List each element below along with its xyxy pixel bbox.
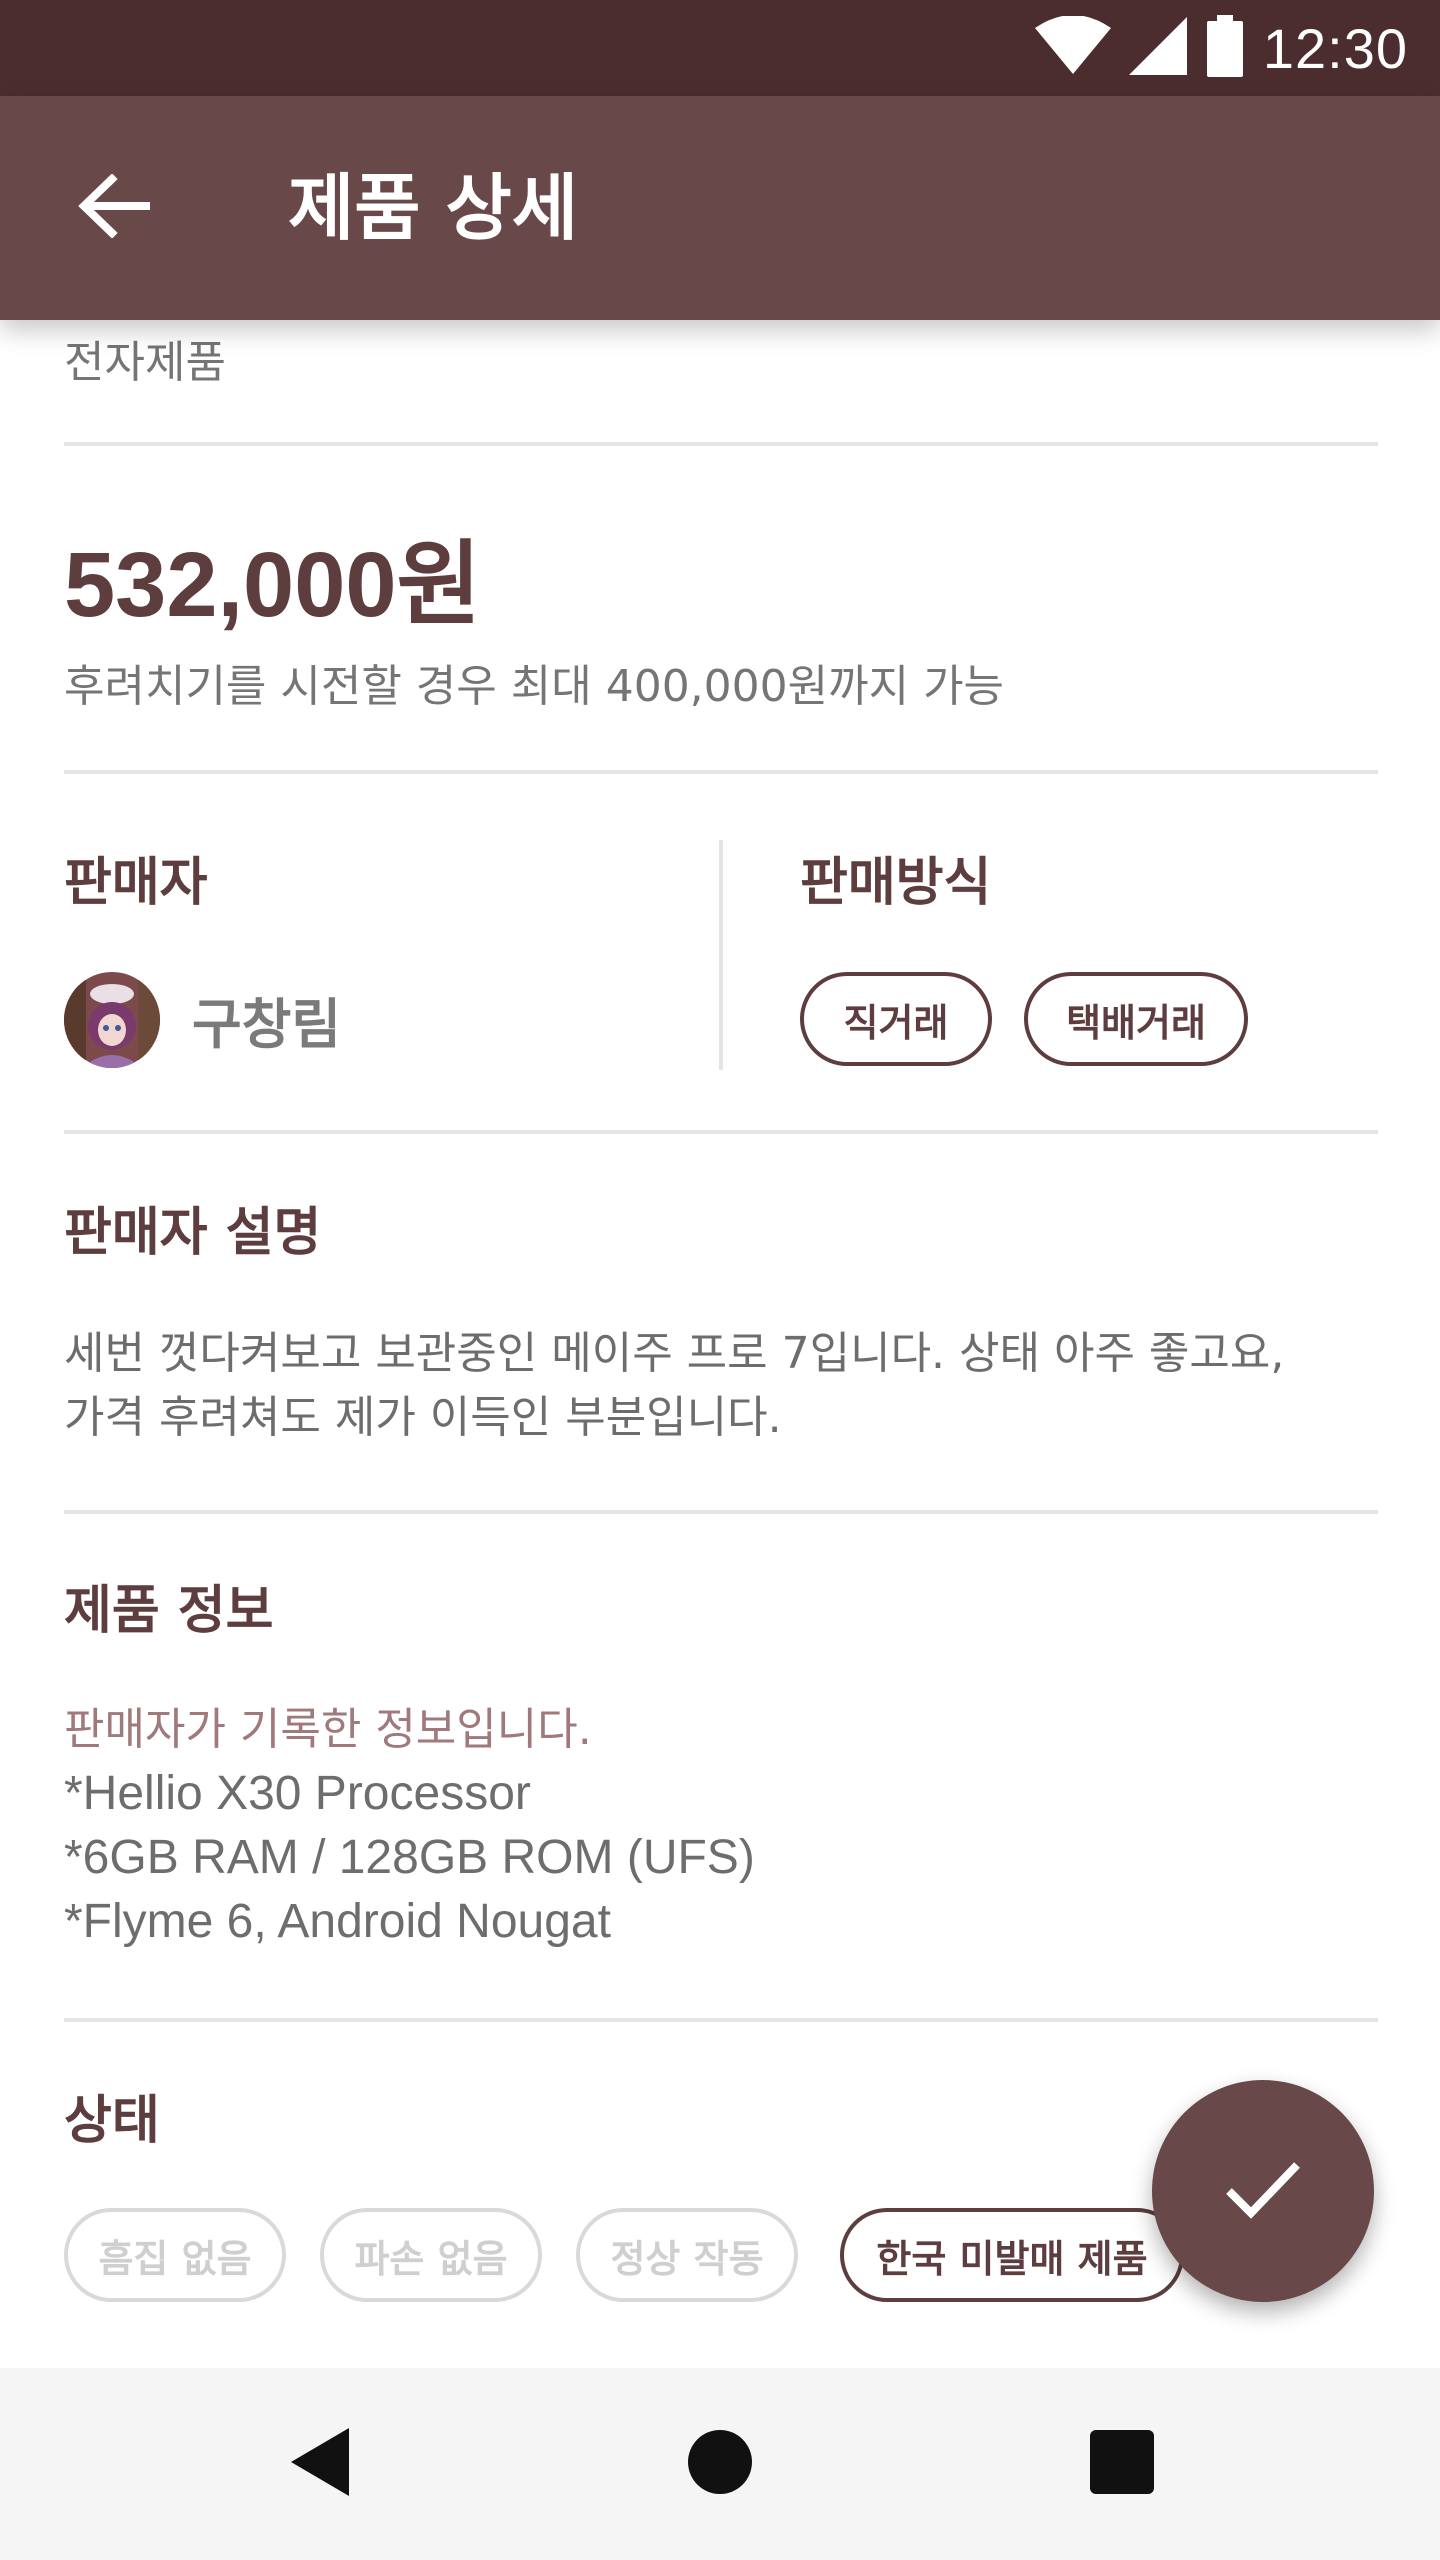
divider xyxy=(64,442,1378,446)
chip-direct-trade[interactable]: 직거래 xyxy=(800,972,992,1066)
negotiation-note: 후려치기를 시전할 경우 최대 400,000원까지 가능 xyxy=(64,661,1005,712)
seller-description-title: 판매자 설명 xyxy=(64,1203,322,1263)
product-info-lines: *Hellio X30 Processor *6GB RAM / 128GB R… xyxy=(64,1762,755,1954)
description-line: 세번 껏다켜보고 보관중인 메이주 프로 7입니다. 상태 아주 좋고요, xyxy=(64,1328,1285,1379)
status-icons: 12:30 xyxy=(1034,0,1408,96)
nav-recents-button[interactable] xyxy=(1026,2368,1218,2560)
condition-tag[interactable]: 정상 작동 xyxy=(576,2208,798,2302)
app-bar: 제품 상세 xyxy=(0,96,1440,320)
product-price: 532,000원 xyxy=(64,534,482,636)
product-info-line: *Hellio X30 Processor xyxy=(64,1767,531,1820)
seller-avatar[interactable] xyxy=(64,972,160,1068)
battery-icon xyxy=(1205,15,1245,81)
confirm-fab[interactable] xyxy=(1152,2080,1374,2302)
product-info-line: *Flyme 6, Android Nougat xyxy=(64,1895,611,1948)
wifi-icon xyxy=(1034,15,1111,80)
vertical-divider xyxy=(719,840,723,1070)
cell-signal-icon xyxy=(1128,17,1187,79)
check-icon xyxy=(1224,2159,1302,2223)
page-title: 제품 상세 xyxy=(288,166,579,250)
arrow-back-icon xyxy=(78,173,152,242)
description-line: 가격 후려쳐도 제가 이득인 부분입니다. xyxy=(64,1392,782,1443)
nav-home-button[interactable] xyxy=(624,2368,816,2560)
divider xyxy=(64,2018,1378,2022)
status-time: 12:30 xyxy=(1262,16,1408,80)
condition-tag[interactable]: 흠집 없음 xyxy=(64,2208,286,2302)
product-category: 전자제품 xyxy=(64,337,226,388)
divider xyxy=(64,1510,1378,1514)
seller-description-text: 세번 껏다켜보고 보관중인 메이주 프로 7입니다. 상태 아주 좋고요, 가격… xyxy=(64,1322,1394,1450)
back-button[interactable] xyxy=(60,154,168,262)
divider xyxy=(64,1130,1378,1134)
nav-back-icon xyxy=(287,2426,353,2502)
product-info-line: *6GB RAM / 128GB ROM (UFS) xyxy=(64,1831,755,1884)
product-info-title: 제품 정보 xyxy=(64,1581,274,1641)
nav-recents-icon xyxy=(1089,2429,1155,2499)
nav-home-icon xyxy=(687,2429,753,2499)
product-info-note: 판매자가 기록한 정보입니다. xyxy=(64,1704,592,1755)
seller-name[interactable]: 구창림 xyxy=(192,980,341,1059)
system-nav-bar xyxy=(0,2368,1440,2560)
condition-title: 상태 xyxy=(64,2091,160,2151)
seller-section-title: 판매자 xyxy=(64,853,208,913)
chip-delivery-trade[interactable]: 택배거래 xyxy=(1024,972,1248,1066)
nav-back-button[interactable] xyxy=(224,2368,416,2560)
condition-tag[interactable]: 파손 없음 xyxy=(320,2208,542,2302)
status-bar: 12:30 xyxy=(0,0,1440,96)
trade-method-section-title: 판매방식 xyxy=(800,853,992,913)
product-detail-content[interactable]: 전자제품 532,000원 후려치기를 시전할 경우 최대 400,000원까지… xyxy=(0,320,1440,2368)
condition-tag-selected[interactable]: 한국 미발매 제품 xyxy=(840,2208,1184,2302)
divider xyxy=(64,770,1378,774)
